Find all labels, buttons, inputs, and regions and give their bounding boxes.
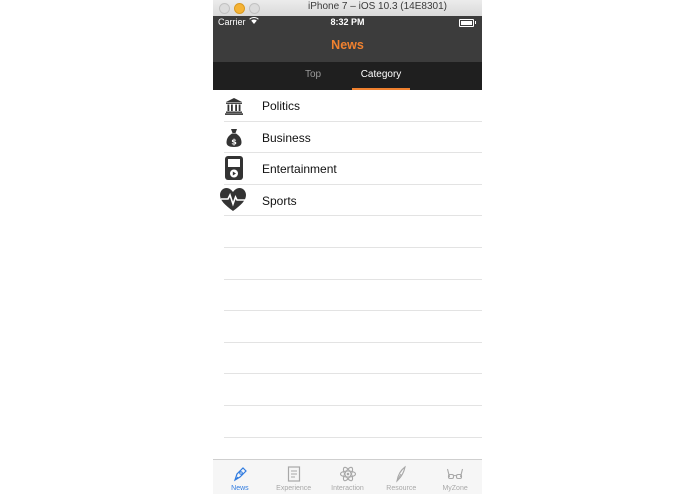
page-title: News [331, 38, 364, 52]
window-titlebar: iPhone 7 – iOS 10.3 (14E8301) [213, 0, 482, 17]
tabbar-interaction[interactable]: Interaction [321, 460, 375, 494]
tabbar-news[interactable]: News [213, 460, 267, 494]
svg-text:$: $ [231, 137, 237, 146]
tab-top-label: Top [304, 69, 322, 80]
status-time: 8:32 PM [330, 17, 365, 27]
list-item-label: Business [262, 130, 311, 145]
empty-list-row [224, 280, 482, 312]
empty-list-row [224, 311, 482, 343]
empty-list-row [224, 343, 482, 375]
glasses-icon [447, 468, 464, 480]
battery-icon [459, 19, 476, 27]
close-window-button[interactable] [219, 3, 230, 14]
tabbar-myzone[interactable]: MyZone [428, 460, 482, 494]
empty-list-row [224, 374, 482, 406]
government-building-icon [222, 94, 246, 118]
tab-category[interactable]: Category [352, 62, 410, 90]
navigation-bar: News [213, 30, 482, 62]
empty-list-row [224, 248, 482, 280]
segmented-tabs: Top Category [213, 62, 482, 90]
atom-icon [339, 466, 356, 482]
list-item-label: Politics [262, 99, 301, 113]
tabbar-label: Experience [276, 485, 312, 492]
money-bag-icon: $ [222, 126, 246, 150]
empty-list-row [224, 216, 482, 248]
list-item-label: Sports [262, 193, 297, 208]
tabbar-experience[interactable]: Experience [267, 460, 321, 494]
window-title: iPhone 7 – iOS 10.3 (14E8301) [308, 1, 447, 12]
list-item-label: Entertainment [262, 162, 337, 177]
document-icon [287, 466, 300, 482]
tabbar-label: News [231, 485, 249, 492]
tabbar-label: MyZone [442, 485, 468, 492]
simulator-window: iPhone 7 – iOS 10.3 (14E8301) Carrier 8:… [213, 0, 482, 494]
category-list: Politics $ Business Entertainment Sports [213, 90, 482, 470]
status-bar: Carrier 8:32 PM [213, 16, 482, 30]
minimize-window-button[interactable] [234, 3, 245, 14]
list-item-entertainment[interactable]: Entertainment [224, 153, 482, 185]
maximize-window-button[interactable] [249, 3, 260, 14]
tabbar-label: Resource [386, 485, 417, 492]
tab-category-label: Category [360, 69, 402, 80]
tabbar-label: Interaction [331, 485, 364, 492]
tabbar-resource[interactable]: Resource [374, 460, 428, 494]
heart-pulse-icon [220, 187, 246, 213]
list-item-sports[interactable]: Sports [220, 185, 482, 217]
tab-bar: News Experience Interaction Resource MyZ… [213, 459, 482, 494]
list-item-business[interactable]: $ Business [224, 122, 482, 154]
list-item-politics[interactable]: Politics [224, 90, 482, 122]
empty-list-row [224, 406, 482, 438]
quill-icon [396, 465, 407, 483]
media-player-icon [222, 156, 246, 181]
tab-top[interactable]: Top [283, 62, 343, 90]
compass-pen-icon [233, 467, 247, 482]
